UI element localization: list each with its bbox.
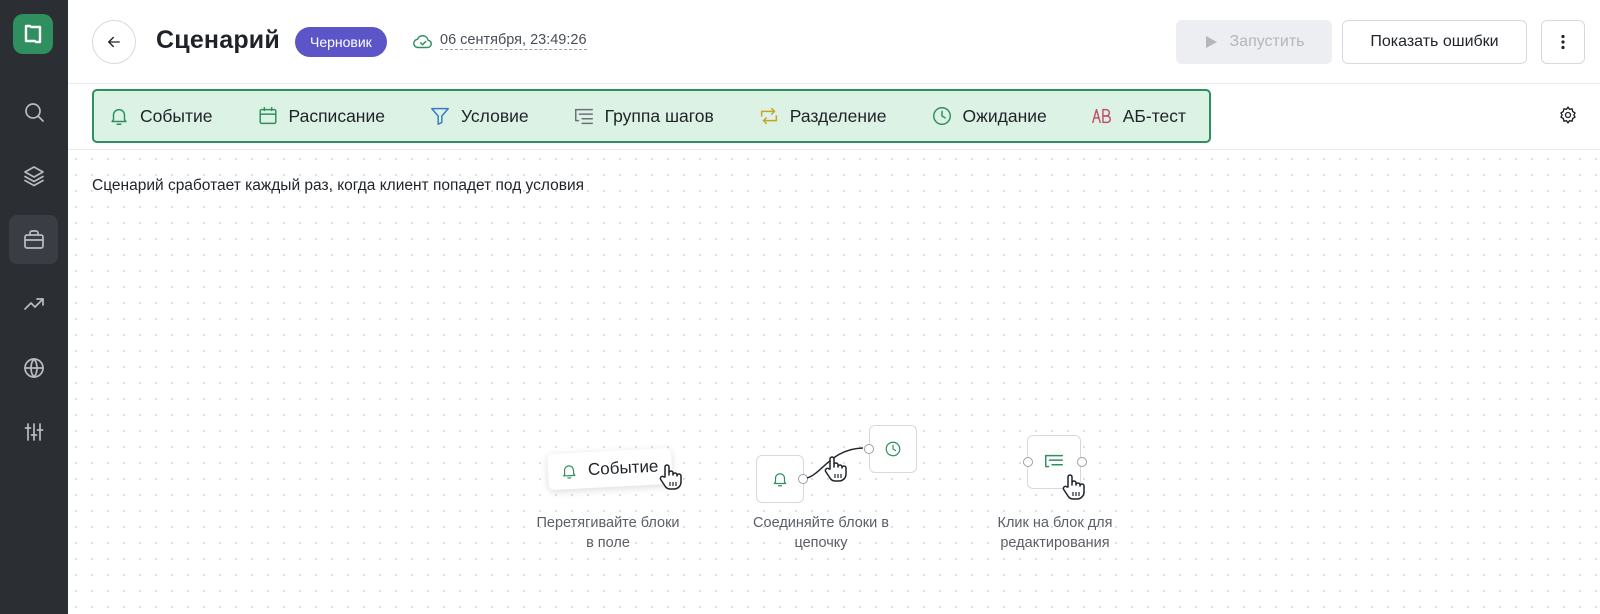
briefcase-icon bbox=[23, 229, 44, 249]
palette-item-event[interactable]: Событие bbox=[108, 105, 213, 127]
tip-caption-line: Перетягивайте блоки bbox=[536, 515, 680, 531]
layers-icon bbox=[23, 165, 44, 186]
cloud-check-icon bbox=[412, 31, 434, 53]
palette-item-step-group[interactable]: Группа шагов bbox=[573, 105, 714, 127]
tip-drag-demo-label: Событие bbox=[587, 456, 659, 480]
tip-connect-block-a bbox=[756, 455, 804, 503]
logo-icon bbox=[24, 24, 42, 44]
save-timestamp[interactable]: 06 сентября, 23:49:26 bbox=[440, 32, 587, 50]
hand-cursor-icon bbox=[657, 463, 683, 491]
tip-connect-caption: Соединяйте блоки в цепочку bbox=[736, 513, 906, 553]
step-group-icon bbox=[574, 108, 593, 125]
toolbar-row: Событие Расписание Условие Группа шагов … bbox=[68, 84, 1600, 150]
palette-item-label: Расписание bbox=[288, 105, 385, 126]
palette-item-label: Условие bbox=[460, 105, 529, 126]
clock-icon bbox=[885, 441, 901, 457]
scenario-canvas[interactable]: Сценарий сработает каждый раз, когда кли… bbox=[68, 151, 1600, 614]
canvas-hint: Сценарий сработает каждый раз, когда кли… bbox=[92, 177, 584, 194]
tip-caption-line: Соединяйте блоки в bbox=[753, 515, 889, 531]
sidebar-item-web[interactable] bbox=[9, 343, 58, 392]
step-group-icon bbox=[1045, 454, 1063, 468]
calendar-icon bbox=[258, 107, 277, 125]
tip-caption-line: в поле bbox=[586, 535, 630, 551]
more-vertical-icon bbox=[1561, 34, 1565, 50]
header: Сценарий Черновик 06 сентября, 23:49:26 … bbox=[68, 0, 1600, 84]
bell-icon bbox=[111, 108, 127, 125]
sidebar bbox=[0, 0, 68, 614]
palette-item-schedule[interactable]: Расписание bbox=[257, 105, 385, 127]
tip-drag-demo-card: Событие bbox=[547, 447, 673, 491]
sidebar-item-layers[interactable] bbox=[9, 151, 58, 200]
palette-item-label: Событие bbox=[140, 105, 213, 126]
sidebar-item-scenarios[interactable] bbox=[9, 215, 58, 264]
palette-item-ab-test[interactable]: АБ-тест bbox=[1091, 105, 1186, 127]
app-logo[interactable] bbox=[13, 14, 53, 54]
tip-caption-line: редактирования bbox=[1000, 535, 1110, 551]
block-palette: Событие Расписание Условие Группа шагов … bbox=[92, 89, 1211, 143]
bell-icon bbox=[563, 465, 576, 479]
tip-edit-caption: Клик на блок для редактирования bbox=[960, 513, 1150, 553]
hand-cursor-icon bbox=[822, 455, 848, 483]
canvas-settings-button[interactable] bbox=[1558, 105, 1580, 127]
run-button-label: Запустить bbox=[1229, 33, 1305, 50]
search-icon bbox=[24, 102, 44, 122]
ab-test-icon bbox=[1091, 108, 1111, 124]
tip-caption-line: цепочку bbox=[794, 535, 848, 551]
filter-icon bbox=[431, 107, 449, 125]
play-icon bbox=[1205, 36, 1217, 48]
tip-drag-caption: Перетягивайте блоки в поле bbox=[518, 513, 698, 553]
connector-port bbox=[1023, 457, 1033, 467]
hand-cursor-icon bbox=[1060, 473, 1086, 501]
sidebar-item-settings[interactable] bbox=[9, 407, 58, 456]
connector-port bbox=[1077, 457, 1087, 467]
back-button[interactable] bbox=[92, 20, 136, 64]
sidebar-item-search[interactable] bbox=[9, 87, 58, 136]
palette-item-label: Группа шагов bbox=[604, 105, 714, 126]
palette-item-label: АБ-тест bbox=[1122, 105, 1187, 126]
bell-icon bbox=[773, 473, 787, 487]
status-badge: Черновик bbox=[295, 27, 387, 57]
split-icon bbox=[760, 107, 777, 125]
gear-icon bbox=[1560, 106, 1576, 124]
clock-icon bbox=[932, 107, 951, 125]
more-menu-button[interactable] bbox=[1541, 20, 1585, 64]
tip-caption-line: Клик на блок для bbox=[997, 515, 1113, 531]
palette-item-condition[interactable]: Условие bbox=[429, 105, 529, 127]
run-button[interactable]: Запустить bbox=[1176, 20, 1332, 64]
sidebar-item-analytics[interactable] bbox=[9, 279, 58, 328]
globe-icon bbox=[23, 357, 44, 378]
page-title: Сценарий bbox=[156, 26, 280, 54]
arrow-left-icon bbox=[108, 36, 120, 48]
palette-item-split[interactable]: Разделение bbox=[758, 105, 887, 127]
palette-item-wait[interactable]: Ожидание bbox=[931, 105, 1047, 127]
tip-connect-block-b bbox=[869, 425, 917, 473]
sliders-icon bbox=[24, 422, 43, 441]
show-errors-button[interactable]: Показать ошибки bbox=[1342, 20, 1527, 64]
trending-icon bbox=[23, 297, 44, 310]
palette-item-label: Ожидание bbox=[962, 105, 1047, 126]
palette-item-label: Разделение bbox=[789, 105, 887, 126]
